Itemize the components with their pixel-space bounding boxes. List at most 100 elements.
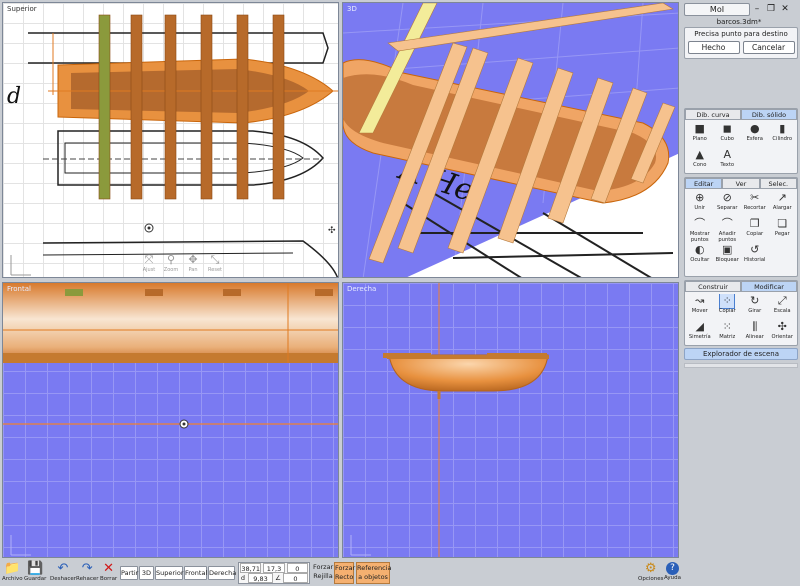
view-3d-button[interactable]: 3D [139,566,154,580]
perspective-scene: A He [343,3,678,277]
view-derecha-button[interactable]: Derecha [208,566,236,580]
reset-view-icon: ⤡ [210,253,220,266]
zoom-extents-button[interactable]: ⤧ Ajust [139,253,159,275]
viewport-title[interactable]: Superior [7,5,37,13]
tab-dib-curva[interactable]: Dib. curva [685,109,741,120]
top-view-scene: d ✣ [7,14,338,277]
alinear-icon: ⫼ [752,320,758,333]
plano-icon: ■ [694,122,705,135]
tool-copiar[interactable]: ⁘ Copiar [714,294,742,320]
viewport-title[interactable]: Frontal [7,285,31,293]
unir-icon: ⊕ [695,191,705,204]
tool-historial[interactable]: ↺ Historial [741,243,769,269]
file-button[interactable]: 📁 Archivo [2,561,23,582]
straight-snap-toggle[interactable]: Forzar Recto [334,562,355,584]
texto-icon: A [723,148,732,161]
minimize-icon[interactable]: – [750,4,764,14]
tab-dib-solido[interactable]: Dib. sólido [741,109,797,120]
zoom-button[interactable]: ⚲ Zoom [161,253,181,275]
pan-button[interactable]: ✥ Pan [183,253,203,275]
options-button[interactable]: ⚙ Opciones [638,561,663,582]
cubo-icon: ◼ [722,122,732,135]
viewport-3d[interactable]: A He 3D [342,2,679,278]
draw-palette: Dib. curva Dib. sólido ■ Plano ◼ Cubo ● Esfera… [684,108,798,174]
tool-orientar[interactable]: ✣ Orientar [769,320,797,346]
distance-field[interactable]: 9,83 [248,573,273,583]
tool-label: Alargar [772,205,792,211]
matriz-icon: ⁙ [722,320,732,333]
tool-label: Copiar [746,231,764,237]
tool-label: Mostrar puntos [689,231,710,243]
separar-icon: ⊘ [722,191,732,204]
tab-ver[interactable]: Ver [722,178,760,189]
redo-icon: ↷ [81,561,93,576]
view-superior-button[interactable]: Superior [155,566,184,580]
tab-selec[interactable]: Selec. [759,178,797,189]
svg-text:✣: ✣ [328,226,336,236]
object-snap-toggle[interactable]: Referencia a objetos [356,562,392,584]
tool-texto[interactable]: A Texto [714,148,742,174]
tool-separar[interactable]: ⊘ Separar [714,191,742,217]
tool-unir[interactable]: ⊕ Unir [686,191,714,217]
tool-bloquear[interactable]: ▣ Bloquear [714,243,742,269]
tool-matriz[interactable]: ⁙ Matriz [714,320,742,346]
reset-view-button[interactable]: ⤡ Reset [205,253,225,275]
viewport-derecha[interactable]: Derecha [342,282,679,558]
undo-icon: ↶ [57,561,69,576]
done-button[interactable]: Hecho [687,41,740,54]
viewport-title[interactable]: 3D [347,5,357,13]
tool-recortar[interactable]: ✂ Recortar [741,191,769,217]
orientar-icon: ✣ [777,320,787,333]
cancel-button[interactable]: Cancelar [742,41,795,54]
save-icon: 💾 [27,561,44,576]
tool-mostrar-puntos[interactable]: ⌒ Mostrar puntos [686,217,714,243]
view-frontal-button[interactable]: Frontal [184,566,207,580]
restore-icon[interactable]: ❐ [764,4,778,14]
tool-cilindro[interactable]: ▮ Cilindro [769,122,797,148]
viewport-superior[interactable]: Superior d ✣ ⤧ Ajust ⚲ Zoom ✥ Pan ⤡ Rese… [2,2,339,278]
viewport-frontal[interactable]: Frontal [2,282,339,558]
tab-editar[interactable]: Editar [685,178,723,189]
tool-label: Esfera [746,136,763,142]
tool-label: Texto [720,162,735,168]
scene-browser-button[interactable]: Explorador de escena [684,348,798,360]
delete-button[interactable]: ✕ Borrar [100,561,117,582]
tool-label: Recortar [743,205,766,211]
y-coord-field[interactable]: 17,3 [263,563,285,573]
tool-copiar[interactable]: ❐ Copiar [741,217,769,243]
save-button[interactable]: 💾 Guardar [24,561,46,582]
tool-anadir-puntos[interactable]: ⌒ Añadir puntos [714,217,742,243]
panel-divider [684,363,798,368]
undo-button[interactable]: ↶ Deshacer [50,561,76,582]
redo-button[interactable]: ↷ Rehacer [76,561,98,582]
tool-cubo[interactable]: ◼ Cubo [714,122,742,148]
pan-icon: ✥ [188,253,198,266]
tool-ocultar[interactable]: ◐ Ocultar [686,243,714,269]
tool-plano[interactable]: ■ Plano [686,122,714,148]
help-button[interactable]: ? Ayuda [664,561,681,581]
tool-alargar[interactable]: ↗ Alargar [769,191,797,217]
bloquear-icon: ▣ [722,243,733,256]
z-coord-field[interactable]: 0 [286,563,308,573]
tool-alinear[interactable]: ⫼ Alinear [741,320,769,346]
escala-icon: ⤢ [777,294,787,307]
tool-simetria[interactable]: ◢ Simetría [686,320,714,346]
tab-modificar[interactable]: Modificar [741,281,797,292]
tool-escala[interactable]: ⤢ Escala [769,294,797,320]
tool-girar[interactable]: ↻ Girar [741,294,769,320]
x-coord-field[interactable]: 38,71 [240,563,262,573]
close-icon[interactable]: ✕ [778,4,792,14]
tool-label: Unir [694,205,706,211]
tool-esfera[interactable]: ● Esfera [741,122,769,148]
tool-label: Orientar [771,334,793,340]
tab-construir[interactable]: Construir [685,281,741,292]
app-menu-button[interactable]: MoI [684,2,750,16]
tool-mover[interactable]: ↝ Mover [686,294,714,320]
tool-cono[interactable]: ▲ Cono [686,148,714,174]
tool-pegar[interactable]: ❏ Pegar [769,217,797,243]
moi-window: Superior d ✣ ⤧ Ajust ⚲ Zoom ✥ Pan ⤡ Rese… [0,0,800,586]
angle-field[interactable]: 0 [283,573,308,583]
view-split-button[interactable]: Partir [120,566,138,580]
grid-snap-toggle[interactable]: Forzar Rejilla [313,563,333,581]
viewport-title[interactable]: Derecha [347,285,376,293]
